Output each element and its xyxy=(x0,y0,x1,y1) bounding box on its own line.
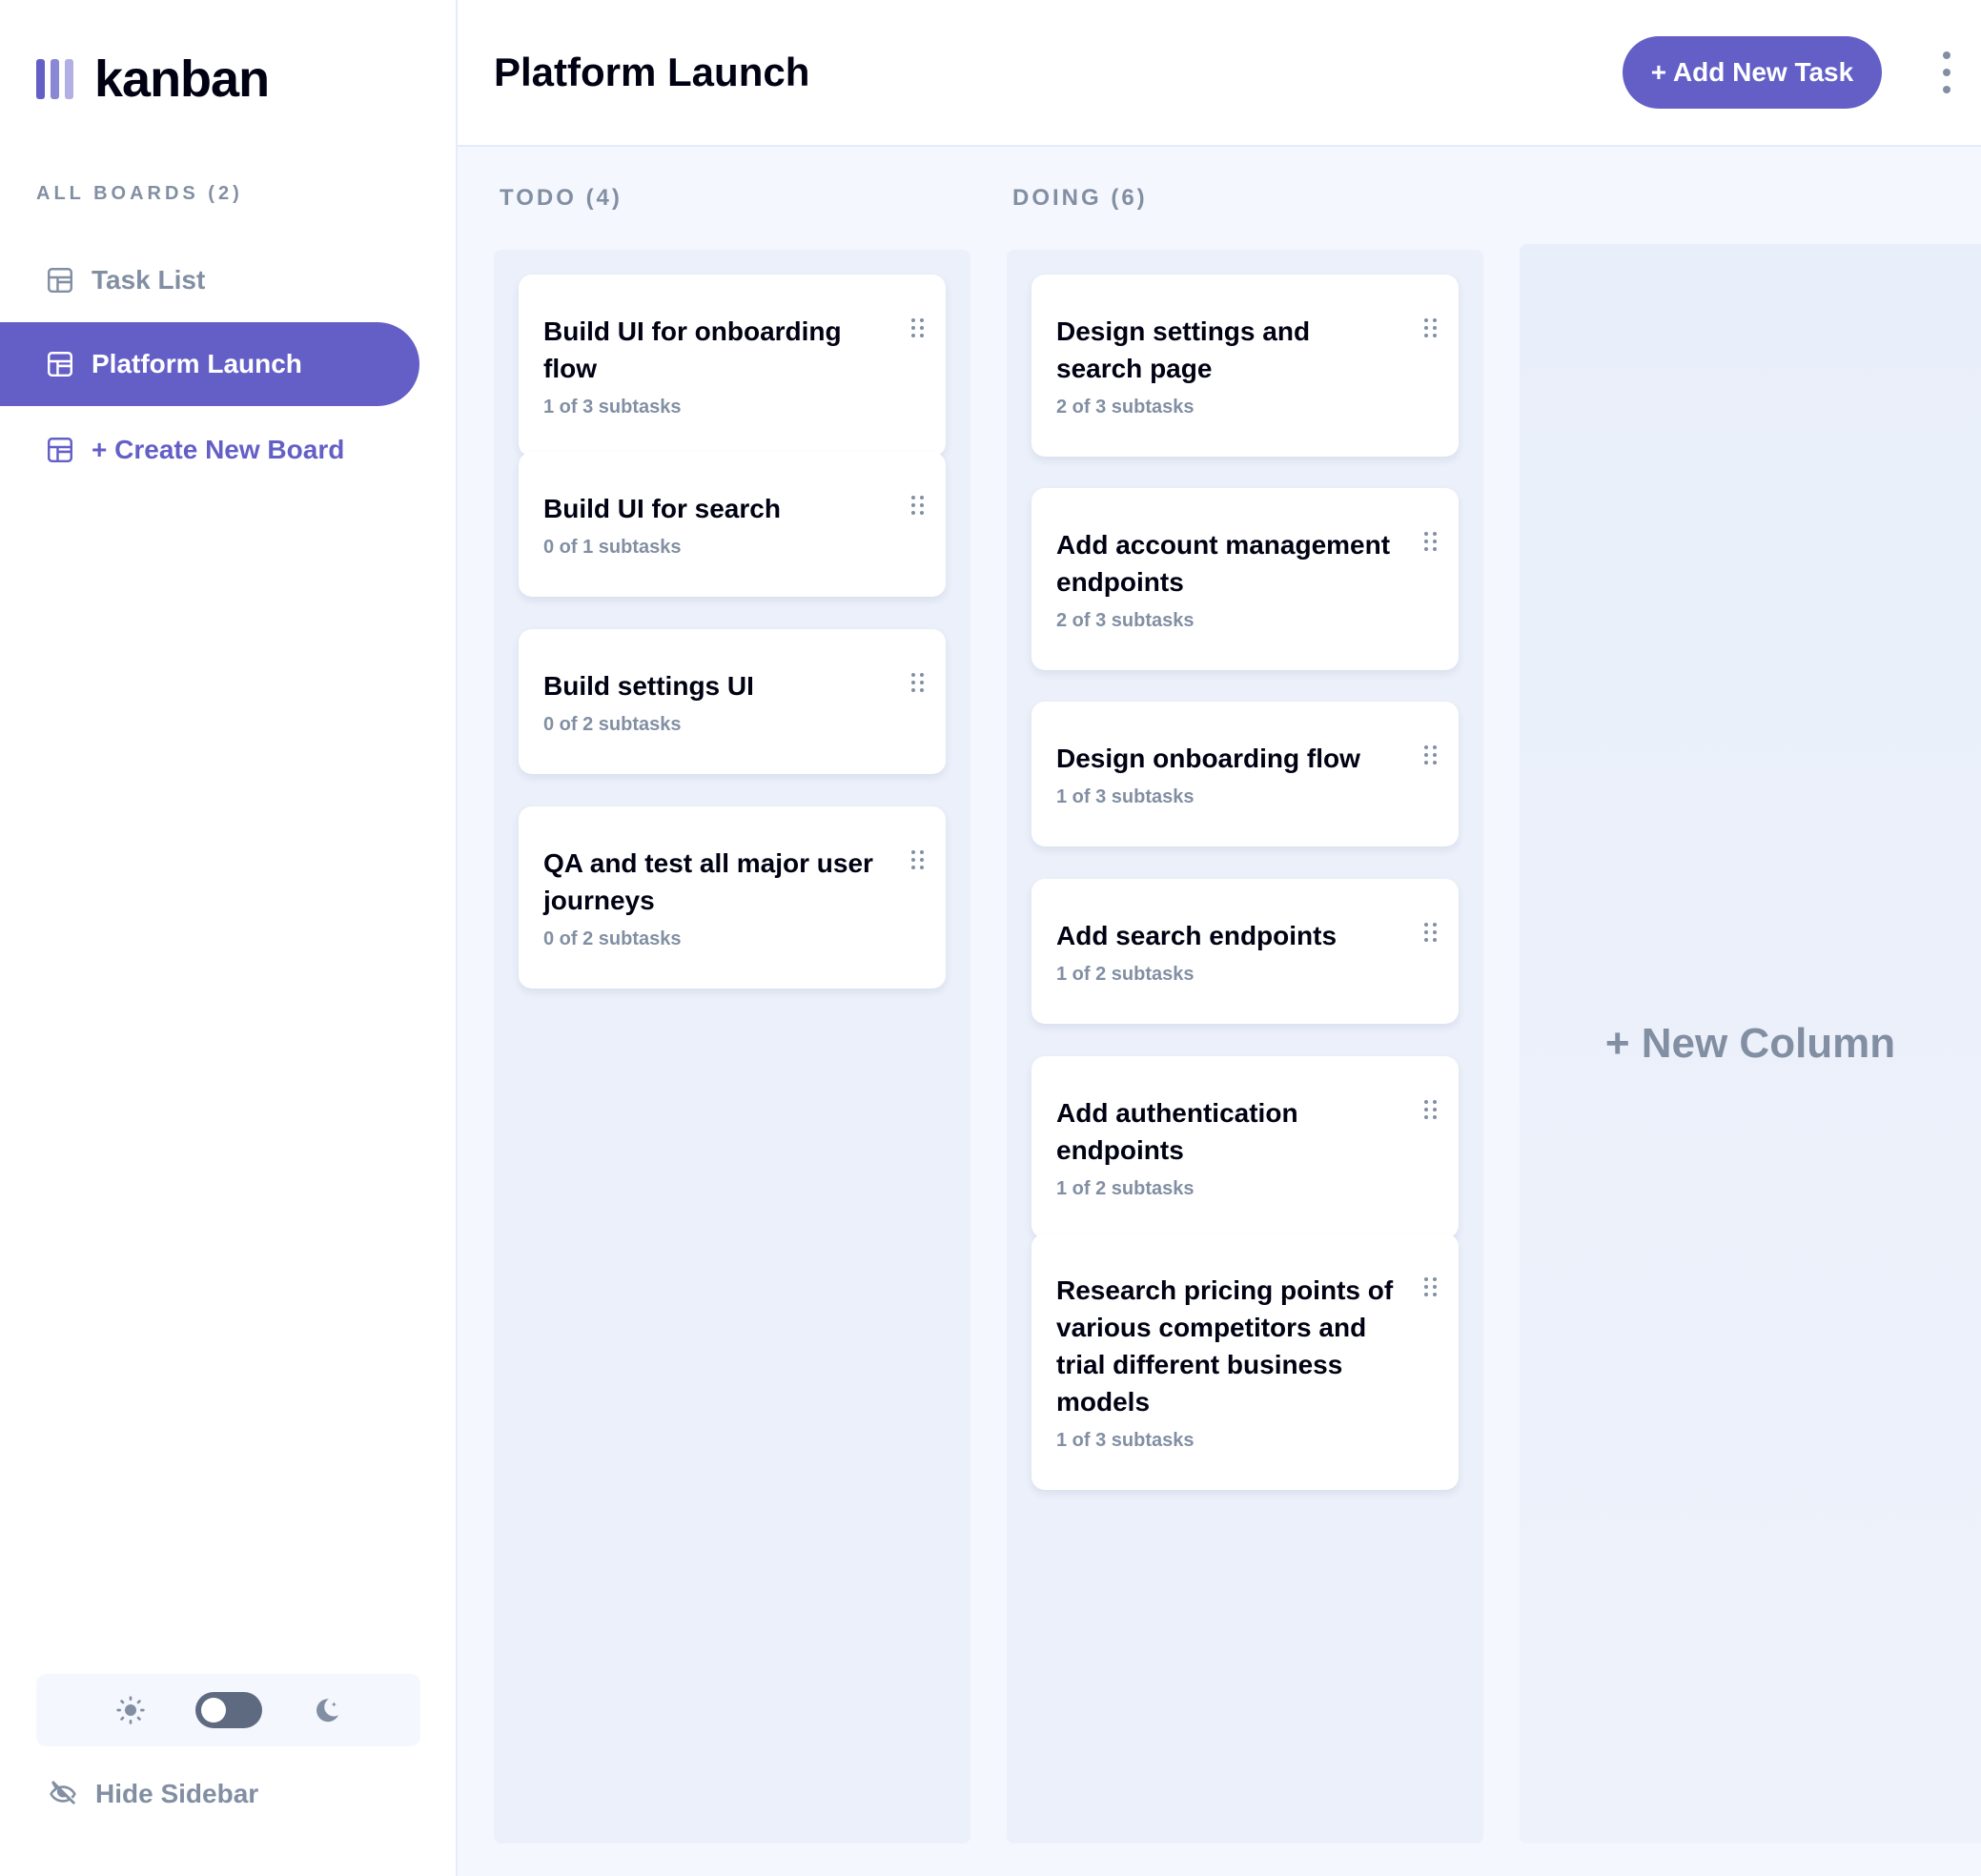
create-board-label: + Create New Board xyxy=(92,435,345,464)
task-subtasks: 1 of 2 subtasks xyxy=(1056,964,1195,985)
hide-sidebar-label: Hide Sidebar xyxy=(95,1779,259,1808)
task-subtasks: 1 of 2 subtasks xyxy=(1056,1178,1195,1199)
add-new-task-button[interactable]: + Add New Task xyxy=(1623,36,1882,109)
logo-icon xyxy=(36,59,73,99)
hide-sidebar-button[interactable]: Hide Sidebar xyxy=(48,1779,258,1809)
drag-handle-icon[interactable] xyxy=(911,318,925,337)
drag-handle-icon[interactable] xyxy=(1424,1277,1438,1296)
toggle-knob xyxy=(200,1698,226,1723)
board-icon xyxy=(48,438,72,462)
task-title: Add authentication endpoints xyxy=(1056,1098,1298,1165)
task-subtasks: 1 of 3 subtasks xyxy=(543,397,682,418)
sidebar-item-label: Task List xyxy=(92,265,206,295)
board-icon xyxy=(48,352,72,377)
sun-icon xyxy=(115,1696,145,1724)
task-card[interactable]: Design settings and search page 2 of 3 s… xyxy=(1031,275,1459,457)
task-card[interactable]: Build UI for onboarding flow 1 of 3 subt… xyxy=(519,275,946,457)
drag-handle-icon[interactable] xyxy=(1424,923,1438,942)
theme-toggle[interactable] xyxy=(194,1692,262,1728)
task-title: Design settings and search page xyxy=(1056,316,1311,383)
task-card[interactable]: Research pricing points of various compe… xyxy=(1031,1234,1459,1490)
column-todo: Build UI for onboarding flow 1 of 3 subt… xyxy=(494,250,970,1844)
task-subtasks: 1 of 3 subtasks xyxy=(1056,786,1195,807)
drag-handle-icon[interactable] xyxy=(911,850,925,869)
drag-handle-icon[interactable] xyxy=(1424,532,1438,551)
task-title: Research pricing points of various compe… xyxy=(1056,1275,1394,1417)
task-card[interactable]: QA and test all major user journeys 0 of… xyxy=(519,806,946,989)
task-card[interactable]: Add authentication endpoints 1 of 2 subt… xyxy=(1031,1056,1459,1238)
task-card[interactable]: Build settings UI 0 of 2 subtasks xyxy=(519,629,946,774)
app: kanban ALL BOARDS (2) Task List Platform… xyxy=(0,0,1981,1876)
board-icon xyxy=(48,268,72,293)
task-subtasks: 0 of 2 subtasks xyxy=(543,714,682,735)
theme-switcher xyxy=(36,1674,420,1746)
task-card[interactable]: Add account management endpoints 2 of 3 … xyxy=(1031,488,1459,670)
task-title: Build settings UI xyxy=(543,671,754,701)
sidebar-item-task-list[interactable]: Task List xyxy=(0,238,419,322)
sidebar-item-label: Platform Launch xyxy=(92,349,302,378)
task-card[interactable]: Build UI for search 0 of 1 subtasks xyxy=(519,452,946,597)
task-subtasks: 2 of 3 subtasks xyxy=(1056,610,1195,631)
logo: kanban xyxy=(36,50,270,109)
task-title: Build UI for search xyxy=(543,494,781,523)
drag-handle-icon[interactable] xyxy=(911,673,925,692)
logo-text: kanban xyxy=(94,51,270,108)
task-title: Add search endpoints xyxy=(1056,921,1338,950)
task-card[interactable]: Design onboarding flow 1 of 3 subtasks xyxy=(1031,702,1459,846)
boards-heading: ALL BOARDS (2) xyxy=(36,183,243,204)
column-title-doing: DOING (6) xyxy=(1012,185,1148,211)
vertical-ellipsis-icon[interactable] xyxy=(1935,51,1958,93)
page-title: Platform Launch xyxy=(494,50,810,94)
task-title: Design onboarding flow xyxy=(1056,744,1360,773)
task-title: Build UI for onboarding flow xyxy=(543,316,842,383)
task-card[interactable]: Add search endpoints 1 of 2 subtasks xyxy=(1031,879,1459,1024)
eye-slash-icon xyxy=(50,1781,76,1805)
sidebar: kanban ALL BOARDS (2) Task List Platform… xyxy=(0,0,458,1876)
new-column-button[interactable]: + New Column xyxy=(1520,244,1981,1844)
task-subtasks: 0 of 2 subtasks xyxy=(543,928,682,949)
task-subtasks: 1 of 3 subtasks xyxy=(1056,1430,1195,1451)
sidebar-item-platform-launch[interactable]: Platform Launch xyxy=(0,322,419,406)
header: Platform Launch + Add New Task xyxy=(458,0,1981,147)
drag-handle-icon[interactable] xyxy=(1424,1100,1438,1119)
task-subtasks: 2 of 3 subtasks xyxy=(1056,397,1195,418)
drag-handle-icon[interactable] xyxy=(1424,318,1438,337)
drag-handle-icon[interactable] xyxy=(1424,745,1438,765)
task-subtasks: 0 of 1 subtasks xyxy=(543,537,682,558)
moon-icon xyxy=(316,1699,338,1723)
column-title-todo: TODO (4) xyxy=(500,185,623,211)
task-title: Add account management endpoints xyxy=(1056,530,1391,597)
task-title: QA and test all major user journeys xyxy=(543,848,873,915)
create-new-board-button[interactable]: + Create New Board xyxy=(0,408,419,492)
column-doing: Design settings and search page 2 of 3 s… xyxy=(1007,250,1483,1844)
drag-handle-icon[interactable] xyxy=(911,496,925,515)
